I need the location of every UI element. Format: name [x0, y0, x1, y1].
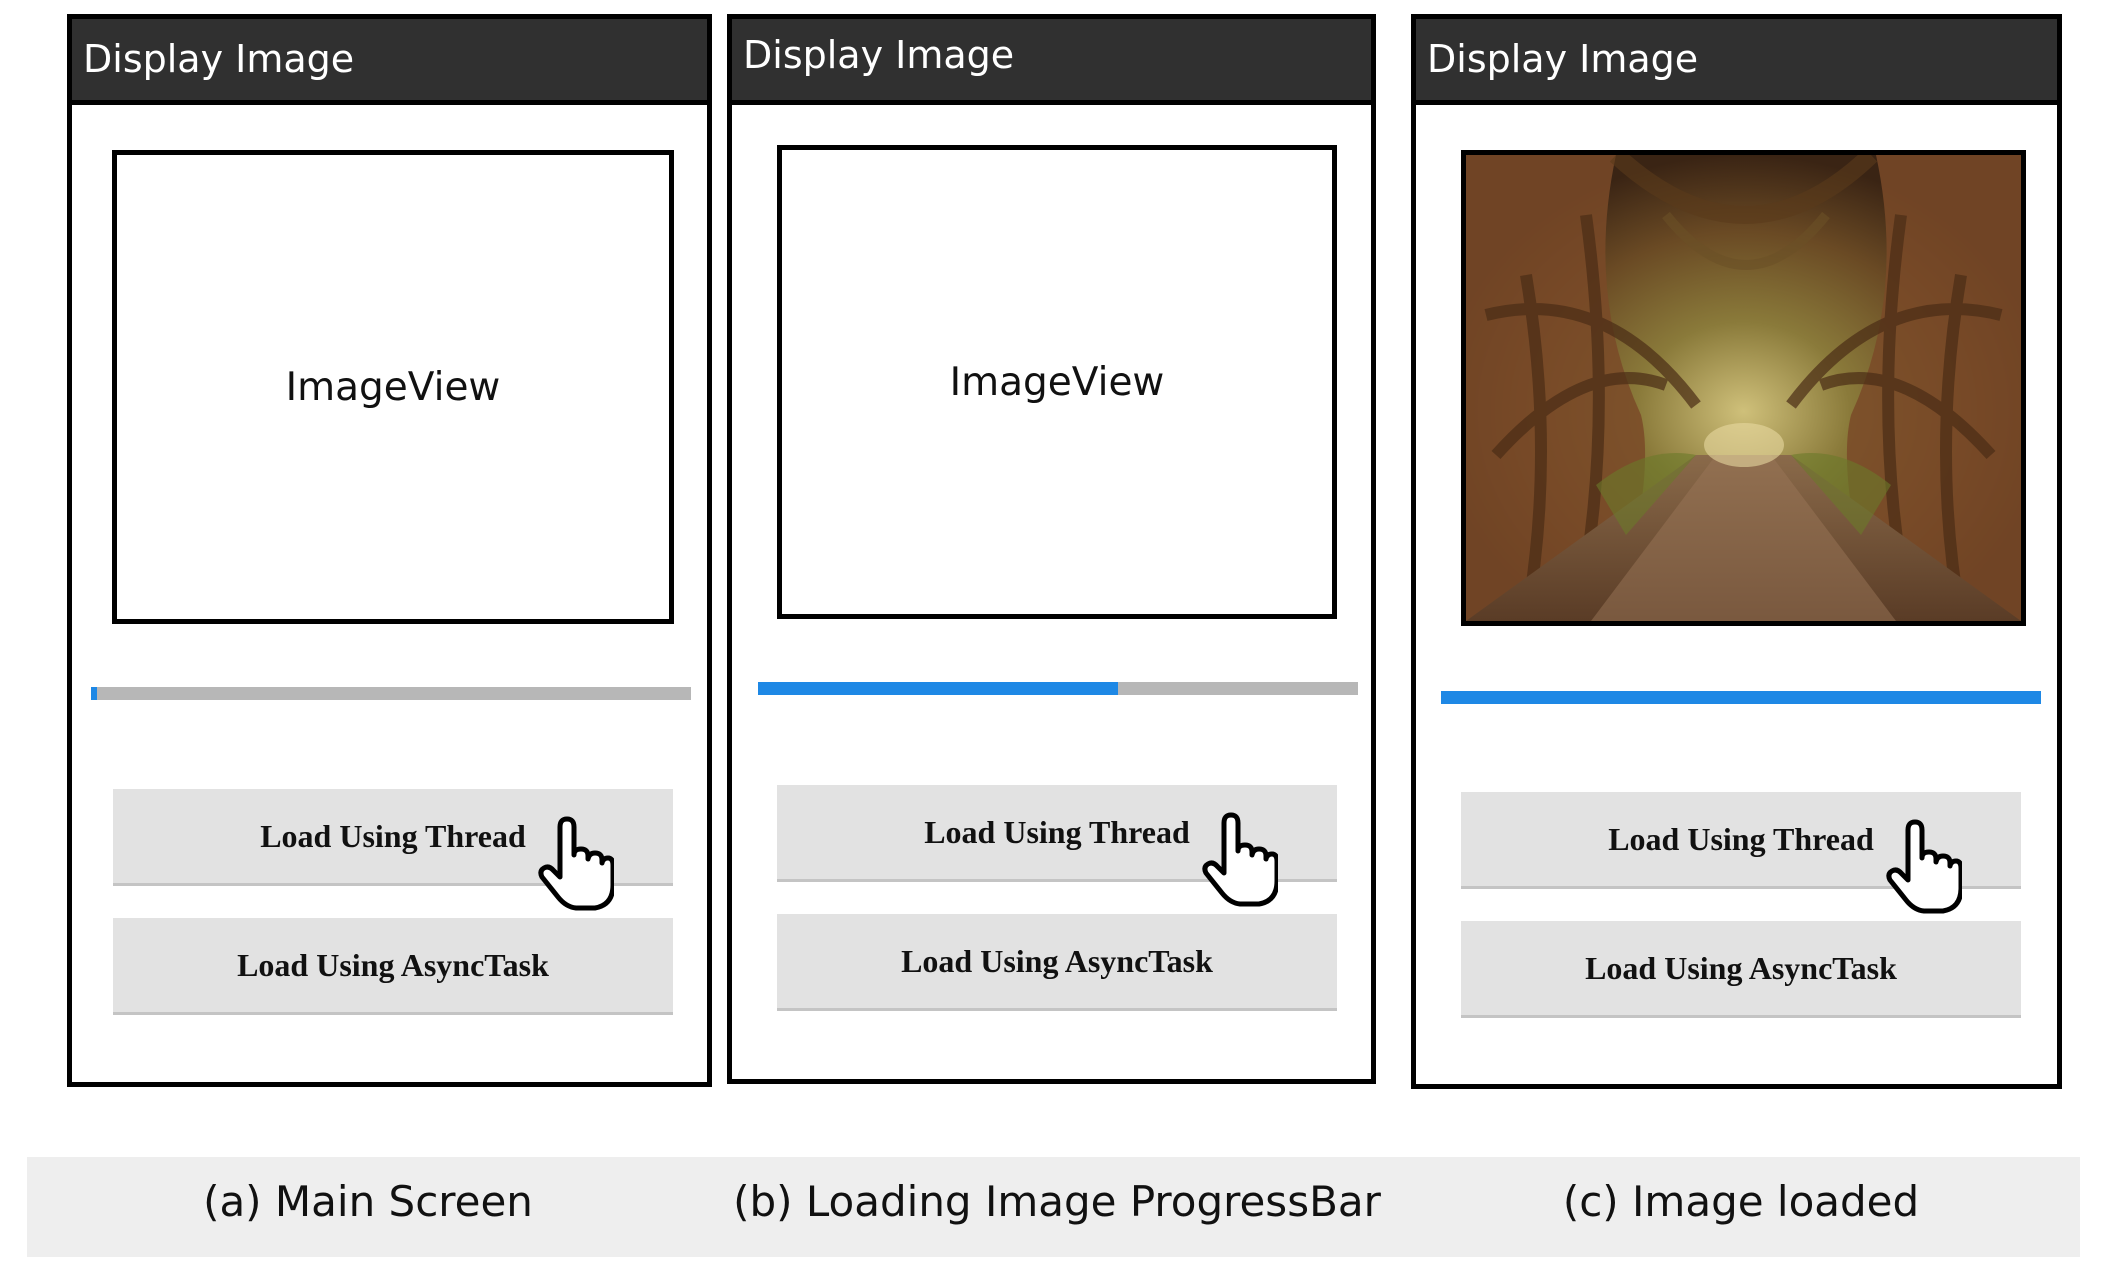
hand-pointer-icon	[1886, 819, 1962, 914]
app-bar: Display Image	[732, 19, 1371, 105]
progress-bar	[1441, 691, 2041, 704]
caption-loading: (b) Loading Image ProgressBar	[733, 1177, 1381, 1226]
load-asynctask-button[interactable]: Load Using AsyncTask	[113, 918, 673, 1015]
load-asynctask-label: Load Using AsyncTask	[1585, 949, 1897, 986]
hand-pointer-icon	[1202, 812, 1278, 907]
load-asynctask-label: Load Using AsyncTask	[901, 942, 1213, 979]
app-title: Display Image	[1427, 37, 1699, 81]
load-thread-label: Load Using Thread	[924, 813, 1190, 850]
load-asynctask-button[interactable]: Load Using AsyncTask	[1461, 921, 2021, 1018]
caption-main-screen: (a) Main Screen	[203, 1177, 533, 1226]
image-view-label: ImageView	[949, 359, 1165, 405]
caption-loaded: (c) Image loaded	[1562, 1177, 1920, 1226]
progress-bar	[91, 687, 691, 700]
image-view	[1461, 150, 2026, 626]
phone-screen-loading: Display Image ImageView Load Using Threa…	[727, 14, 1376, 1084]
caption-bar: (a) Main Screen (b) Loading Image Progre…	[27, 1157, 2080, 1257]
progress-fill	[758, 682, 1118, 695]
app-bar: Display Image	[1416, 19, 2057, 105]
load-asynctask-label: Load Using AsyncTask	[237, 946, 549, 983]
phone-screen-main: Display Image ImageView Load Using Threa…	[67, 14, 712, 1087]
app-bar: Display Image	[72, 19, 707, 105]
phone-screen-loaded: Display Image Load Using Thread Load Usi…	[1411, 14, 2062, 1089]
progress-bar	[758, 682, 1358, 695]
progress-fill	[91, 687, 97, 700]
hand-pointer-icon	[538, 816, 614, 911]
app-title: Display Image	[743, 33, 1015, 77]
progress-fill	[1441, 691, 2041, 704]
image-view: ImageView	[777, 145, 1337, 619]
image-view-label: ImageView	[285, 364, 501, 410]
load-thread-label: Load Using Thread	[1608, 820, 1874, 857]
forest-road-image	[1466, 155, 2021, 621]
app-title: Display Image	[83, 37, 355, 81]
image-view: ImageView	[112, 150, 674, 624]
load-thread-label: Load Using Thread	[260, 817, 526, 854]
load-asynctask-button[interactable]: Load Using AsyncTask	[777, 914, 1337, 1011]
